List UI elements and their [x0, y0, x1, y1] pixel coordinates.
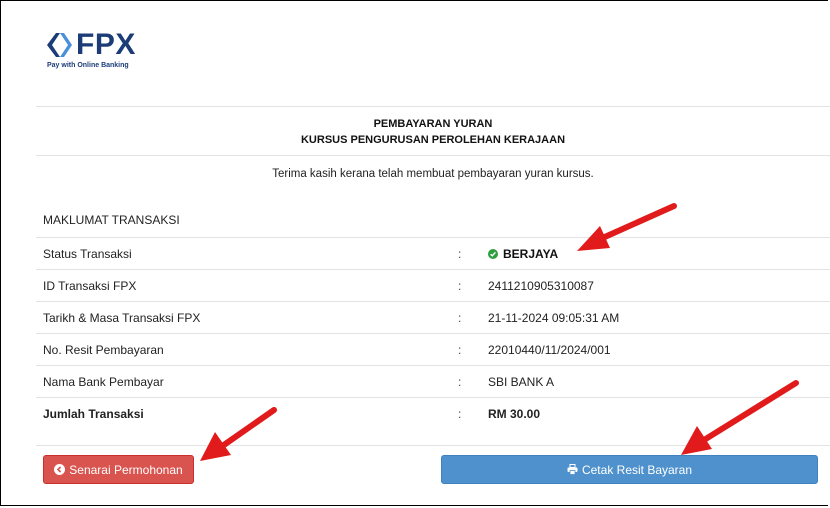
divider	[36, 155, 830, 156]
back-to-list-label: Senarai Permohonan	[69, 462, 183, 477]
table-row: Nama Bank Pembayar : SBI BANK A	[36, 365, 830, 397]
divider	[36, 106, 830, 107]
row-separator: :	[458, 407, 462, 421]
row-label: Nama Bank Pembayar	[43, 375, 164, 389]
table-row: ID Transaksi FPX : 2411210905310087	[36, 269, 830, 301]
print-icon	[567, 464, 578, 475]
logo-tagline: Pay with Online Banking	[47, 62, 129, 69]
table-row: Tarikh & Masa Transaksi FPX : 21-11-2024…	[36, 301, 830, 333]
row-label: Tarikh & Masa Transaksi FPX	[43, 311, 201, 325]
row-separator: :	[458, 279, 462, 293]
check-circle-icon	[488, 249, 498, 259]
logo-wordmark: FPX	[76, 28, 136, 61]
status-badge: BERJAYA	[503, 247, 559, 261]
divider	[36, 445, 830, 446]
thank-you-message: Terima kasih kerana telah membuat pembay…	[272, 168, 594, 180]
table-row-status: Status Transaksi : BERJAYA	[36, 237, 830, 269]
row-value: 21-11-2024 09:05:31 AM	[488, 311, 620, 325]
row-separator: :	[458, 247, 462, 261]
row-separator: :	[458, 343, 462, 357]
fpx-logo: FPX Pay with Online Banking	[46, 30, 136, 69]
back-to-list-button[interactable]: Senarai Permohonan	[43, 455, 194, 484]
print-receipt-label: Cetak Resit Bayaran	[581, 462, 693, 477]
print-receipt-button[interactable]: Cetak Resit Bayaran	[441, 455, 818, 484]
table-row: No. Resit Pembayaran : 22010440/11/2024/…	[36, 333, 830, 365]
fpx-chevrons-icon	[47, 33, 72, 57]
row-value: SBI BANK A	[488, 375, 555, 389]
row-value: BERJAYA	[488, 247, 558, 261]
row-label: ID Transaksi FPX	[43, 279, 137, 293]
page-title: PEMBAYARAN YURAN	[373, 118, 493, 130]
row-label: Jumlah Transaksi	[43, 407, 144, 421]
chevron-circle-left-icon	[54, 464, 66, 475]
row-label: Status Transaksi	[43, 247, 132, 261]
row-value: RM 30.00	[488, 407, 541, 421]
row-separator: :	[458, 375, 462, 389]
table-row-total: Jumlah Transaksi : RM 30.00	[36, 397, 830, 429]
page-subtitle: KURSUS PENGURUSAN PEROLEHAN KERAJAAN	[300, 134, 566, 146]
row-value: 22010440/11/2024/001	[488, 343, 611, 357]
section-title: MAKLUMAT TRANSAKSI	[43, 213, 180, 227]
row-value: 2411210905310087	[488, 279, 594, 293]
row-separator: :	[458, 311, 462, 325]
row-label: No. Resit Pembayaran	[43, 343, 164, 357]
